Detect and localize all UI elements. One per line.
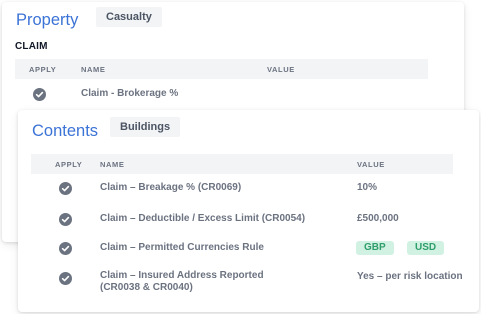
contents-panel: Contents Buildings APPLY NAME VALUE Clai…: [18, 110, 479, 312]
column-value: VALUE: [267, 65, 295, 74]
column-value: VALUE: [357, 160, 385, 169]
check-circle-icon[interactable]: [33, 88, 46, 101]
row-name-line1: Claim – Insured Address Reported: [100, 270, 264, 281]
row-name: Claim - Brokerage %: [81, 88, 179, 99]
check-circle-icon[interactable]: [59, 213, 72, 226]
property-table-header: APPLY NAME VALUE: [15, 59, 428, 79]
row-name: Claim – Permitted Currencies Rule: [100, 242, 264, 253]
column-apply: APPLY: [55, 160, 83, 169]
column-apply: APPLY: [29, 65, 57, 74]
check-circle-icon[interactable]: [59, 242, 72, 255]
row-name-line2: (CR0038 & CR0040): [100, 282, 193, 293]
check-circle-icon[interactable]: [59, 182, 72, 195]
section-claim-label: CLAIM: [15, 41, 48, 52]
property-title: Property: [16, 11, 79, 29]
contents-table-header: APPLY NAME VALUE: [31, 154, 453, 174]
currency-tag-gbp: GBP: [356, 241, 394, 255]
column-name: NAME: [100, 160, 125, 169]
row-name: Claim – Deductible / Excess Limit (CR005…: [100, 213, 306, 224]
currency-tag-usd: USD: [407, 241, 445, 255]
tab-buildings[interactable]: Buildings: [110, 117, 181, 137]
column-name: NAME: [81, 65, 106, 74]
row-value: 10%: [357, 182, 378, 193]
check-circle-icon[interactable]: [59, 272, 72, 285]
tab-casualty[interactable]: Casualty: [96, 7, 162, 27]
contents-title: Contents: [32, 122, 99, 140]
row-value: Yes – per risk location: [357, 271, 463, 282]
row-name: Claim – Breakage % (CR0069): [100, 182, 242, 193]
row-value: £500,000: [357, 213, 399, 224]
